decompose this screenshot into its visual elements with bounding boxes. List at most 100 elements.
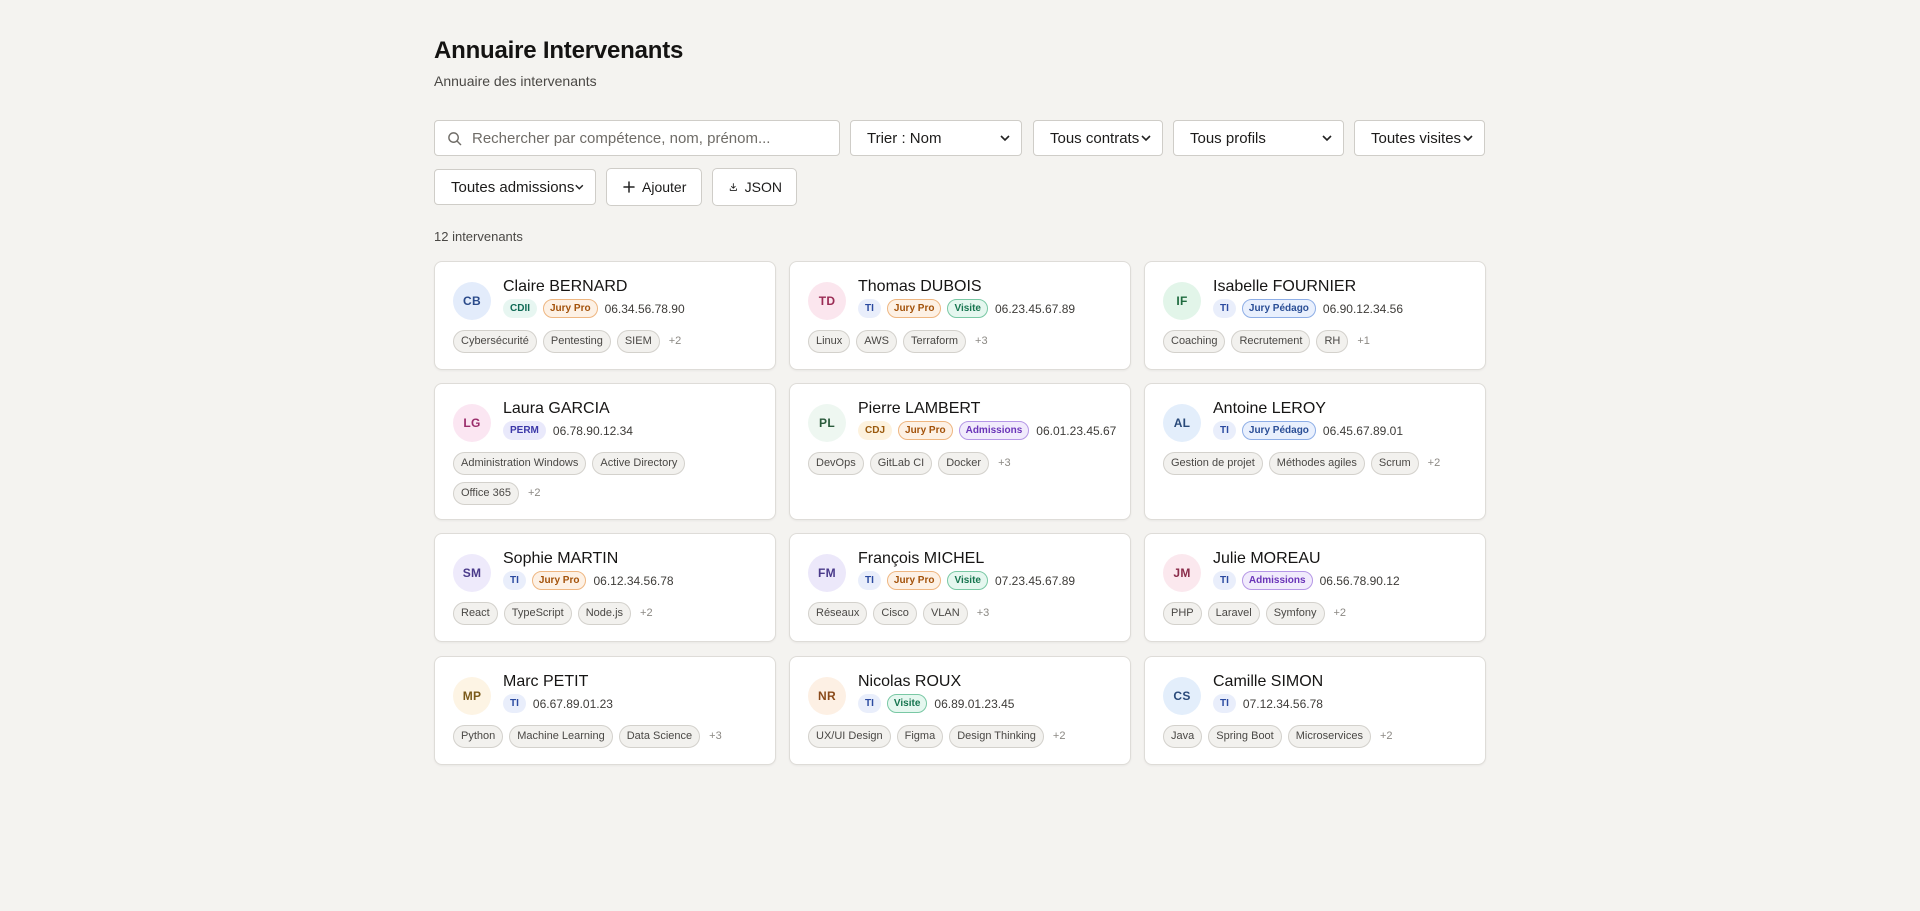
status-badge: TI bbox=[1213, 694, 1236, 713]
skill-tags: Réseaux Cisco VLAN +3 bbox=[808, 602, 1118, 632]
avatar: NR bbox=[808, 677, 846, 715]
phone-number: 06.23.45.67.89 bbox=[994, 301, 1076, 316]
badge-row: TI Jury Pédago 06.45.67.89.01 bbox=[1213, 421, 1403, 440]
more-skills-count: +3 bbox=[998, 457, 1011, 469]
status-badge: CDJ bbox=[858, 421, 893, 440]
avatar: CS bbox=[1163, 677, 1201, 715]
status-badge: PERM bbox=[503, 421, 546, 440]
skill-tag: Active Directory bbox=[592, 452, 686, 475]
intervenant-card[interactable]: CB Claire BERNARD CDII Jury Pro 06.34.56.78.… bbox=[434, 261, 776, 370]
add-button[interactable]: Ajouter bbox=[606, 168, 702, 206]
skill-tag: PHP bbox=[1163, 602, 1202, 625]
intervenant-card[interactable]: NR Nicolas ROUX TI Visite 06.89.01.23.45 UX/U… bbox=[789, 656, 1131, 765]
skill-tag: Figma bbox=[896, 725, 944, 748]
intervenant-name[interactable]: Sophie MARTIN bbox=[503, 550, 618, 568]
intervenant-card[interactable]: JM Julie MOREAU TI Admissions 06.56.78.90.12… bbox=[1144, 533, 1486, 642]
skill-tags: Java Spring Boot Microservices +2 bbox=[1163, 725, 1473, 755]
status-badge: Admissions bbox=[1241, 571, 1313, 590]
contract-select-value: Tous contrats bbox=[1050, 129, 1140, 147]
skill-tag: RH bbox=[1316, 330, 1349, 353]
intervenant-card[interactable]: FM François MICHEL TI Jury Pro Visite 07.23.4… bbox=[789, 533, 1131, 642]
status-badge: Jury Pédago bbox=[1241, 421, 1316, 440]
visit-select-value: Toutes visites bbox=[1371, 129, 1462, 147]
chevron-down-icon bbox=[575, 184, 584, 190]
intervenant-card[interactable]: LG Laura GARCIA PERM 06.78.90.12.34 Administ… bbox=[434, 383, 776, 520]
result-count: 12 intervenants bbox=[434, 229, 523, 244]
more-skills-count: +2 bbox=[1427, 457, 1441, 469]
skill-tag: VLAN bbox=[922, 602, 968, 625]
skill-tags: Coaching Recrutement RH +1 bbox=[1163, 330, 1473, 360]
chevron-down-icon bbox=[1141, 135, 1151, 142]
status-badge: Jury Pro bbox=[886, 299, 942, 318]
intervenant-name[interactable]: Laura GARCIA bbox=[503, 400, 610, 418]
intervenant-card[interactable]: CS Camille SIMON TI 07.12.34.56.78 Java Sprin… bbox=[1144, 656, 1486, 765]
skill-tag: Méthodes agiles bbox=[1268, 452, 1365, 475]
plus-icon bbox=[623, 181, 635, 193]
intervenant-name[interactable]: Nicolas ROUX bbox=[858, 673, 961, 691]
skill-tags: React TypeScript Node.js +2 bbox=[453, 602, 763, 632]
avatar: CB bbox=[453, 282, 491, 320]
avatar: AL bbox=[1163, 404, 1201, 442]
admission-select-value: Toutes admissions bbox=[451, 178, 575, 196]
skill-tag: TypeScript bbox=[503, 602, 572, 625]
badge-row: TI 07.12.34.56.78 bbox=[1213, 694, 1323, 713]
badge-row: CDJ Jury Pro Admissions 06.01.23.45.67 bbox=[858, 421, 1116, 440]
intervenant-card[interactable]: PL Pierre LAMBERT CDJ Jury Pro Admissions 06.… bbox=[789, 383, 1131, 520]
intervenant-card[interactable]: IF Isabelle FOURNIER TI Jury Pédago 06.90.12… bbox=[1144, 261, 1486, 370]
search-input[interactable]: Rechercher par compétence, nom, prénom..… bbox=[434, 120, 840, 156]
skill-tag: Terraform bbox=[902, 330, 967, 353]
skill-tag: GitLab CI bbox=[869, 452, 933, 475]
skill-tag: Office 365 bbox=[453, 482, 519, 505]
contract-select[interactable]: Tous contrats bbox=[1033, 120, 1163, 156]
intervenant-name[interactable]: Marc PETIT bbox=[503, 673, 588, 691]
skill-tags: Gestion de projet Méthodes agiles Scrum +2 bbox=[1163, 452, 1473, 482]
intervenant-card[interactable]: SM Sophie MARTIN TI Jury Pro 06.12.34.56.78 R… bbox=[434, 533, 776, 642]
intervenant-name[interactable]: Pierre LAMBERT bbox=[858, 400, 980, 418]
add-button-label: Ajouter bbox=[642, 179, 687, 195]
intervenant-name[interactable]: Thomas DUBOIS bbox=[858, 278, 982, 296]
status-badge: TI bbox=[858, 694, 881, 713]
avatar: IF bbox=[1163, 282, 1201, 320]
sort-select[interactable]: Trier : Nom bbox=[850, 120, 1022, 156]
badge-row: TI Visite 06.89.01.23.45 bbox=[858, 694, 1014, 713]
skill-tag: Cisco bbox=[873, 602, 917, 625]
intervenant-name[interactable]: Julie MOREAU bbox=[1213, 550, 1321, 568]
status-badge: Visite bbox=[947, 571, 988, 590]
phone-number: 06.34.56.78.90 bbox=[604, 301, 685, 316]
skill-tag: Recrutement bbox=[1231, 330, 1311, 353]
skill-tag: Laravel bbox=[1207, 602, 1260, 625]
skill-tag: Microservices bbox=[1287, 725, 1371, 748]
more-skills-count: +2 bbox=[1333, 607, 1347, 619]
intervenant-name[interactable]: Camille SIMON bbox=[1213, 673, 1323, 691]
status-badge: TI bbox=[858, 299, 881, 318]
export-json-button[interactable]: JSON bbox=[712, 168, 797, 206]
more-skills-count: +3 bbox=[975, 335, 988, 347]
status-badge: CDII bbox=[503, 299, 537, 318]
badge-row: TI Admissions 06.56.78.90.12 bbox=[1213, 571, 1400, 590]
phone-number: 06.67.89.01.23 bbox=[532, 696, 613, 711]
intervenant-card[interactable]: AL Antoine LEROY TI Jury Pédago 06.45.67.89.… bbox=[1144, 383, 1486, 520]
intervenant-name[interactable]: Antoine LEROY bbox=[1213, 400, 1326, 418]
status-badge: Jury Pédago bbox=[1241, 299, 1316, 318]
admission-select[interactable]: Toutes admissions bbox=[434, 169, 596, 205]
skill-tag: Spring Boot bbox=[1208, 725, 1282, 748]
intervenant-card[interactable]: TD Thomas DUBOIS TI Jury Pro Visite 06.23.45.… bbox=[789, 261, 1131, 370]
visit-select[interactable]: Toutes visites bbox=[1354, 120, 1485, 156]
skill-tag: Machine Learning bbox=[509, 725, 613, 748]
status-badge: TI bbox=[503, 571, 526, 590]
status-badge: Jury Pro bbox=[543, 299, 598, 318]
intervenant-name[interactable]: Isabelle FOURNIER bbox=[1213, 278, 1356, 296]
more-skills-count: +3 bbox=[976, 607, 990, 619]
intervenant-card[interactable]: MP Marc PETIT TI 06.67.89.01.23 Python Machin… bbox=[434, 656, 776, 765]
intervenant-name[interactable]: François MICHEL bbox=[858, 550, 984, 568]
phone-number: 07.12.34.56.78 bbox=[1242, 696, 1323, 711]
profile-select[interactable]: Tous profils bbox=[1173, 120, 1344, 156]
skill-tag: Node.js bbox=[577, 602, 632, 625]
skill-tag: React bbox=[453, 602, 498, 625]
intervenant-name[interactable]: Claire BERNARD bbox=[503, 278, 627, 296]
skill-tag: Administration Windows bbox=[453, 452, 587, 475]
skill-tags: Administration Windows Active Directory Of… bbox=[453, 452, 763, 512]
skill-tag: Symfony bbox=[1265, 602, 1325, 625]
avatar: LG bbox=[453, 404, 491, 442]
badge-row: TI Jury Pro Visite 07.23.45.67.89 bbox=[858, 571, 1075, 590]
